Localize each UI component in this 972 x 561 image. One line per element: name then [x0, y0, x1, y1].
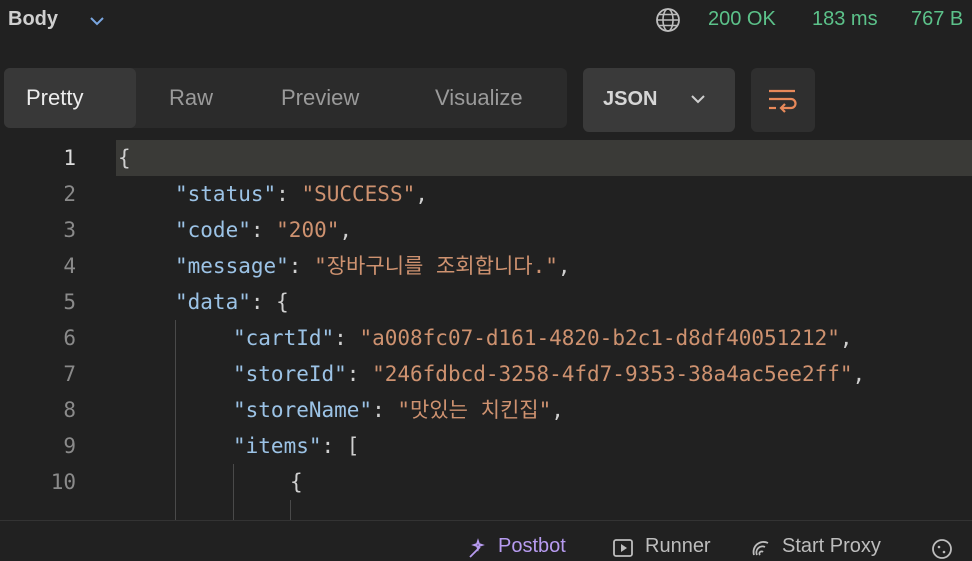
json-punctuation: , — [339, 218, 353, 242]
indent-guide — [175, 320, 176, 520]
chevron-down-icon[interactable] — [86, 10, 108, 32]
line-number: 1 — [63, 146, 76, 170]
line-number: 8 — [63, 398, 76, 422]
json-key: "cartId" — [233, 326, 335, 350]
chevron-down-icon — [691, 95, 705, 104]
line-number: 9 — [63, 434, 76, 458]
tab-pretty[interactable]: Pretty — [4, 68, 136, 128]
response-size[interactable]: 767 B — [911, 8, 963, 31]
json-punctuation: : — [276, 182, 302, 206]
wrap-lines-button[interactable] — [751, 68, 815, 132]
response-time[interactable]: 183 ms — [812, 8, 878, 31]
tab-preview[interactable]: Preview — [259, 68, 381, 128]
json-string: "맛있는 치킨집" — [397, 398, 552, 422]
code-line: { — [290, 464, 303, 500]
json-punctuation: : [ — [321, 434, 360, 458]
json-punctuation: : { — [250, 290, 289, 314]
start-proxy-button[interactable]: Start Proxy — [782, 535, 881, 558]
runner-button[interactable]: Runner — [645, 535, 711, 558]
json-string: "a008fc07-d161-4820-b2c1-d8df40051212" — [359, 326, 840, 350]
postbot-button[interactable]: Postbot — [498, 535, 566, 558]
json-string: "246fdbcd-3258-4fd7-9353-38a4ac5ee2ff" — [372, 362, 853, 386]
wrap-lines-icon — [769, 89, 797, 113]
code-line: "storeName": "맛있는 치킨집", — [233, 392, 564, 428]
json-key: "data" — [175, 290, 251, 314]
json-punctuation: , — [557, 254, 571, 278]
json-key: "status" — [175, 182, 277, 206]
proxy-icon — [752, 541, 769, 556]
status-code[interactable]: 200 OK — [708, 8, 776, 31]
code-line: "code": "200", — [175, 212, 352, 248]
json-key: "message" — [175, 254, 289, 278]
line-number: 3 — [63, 218, 76, 242]
line-number: 2 — [63, 182, 76, 206]
runner-icon — [613, 539, 633, 557]
response-header: Body 200 OK 183 ms 767 B — [0, 0, 972, 42]
code-line: "items": [ — [233, 428, 359, 464]
json-key: "items" — [233, 434, 322, 458]
tab-raw[interactable]: Raw — [147, 68, 235, 128]
line-number: 5 — [63, 290, 76, 314]
line-number: 10 — [50, 470, 76, 494]
indent-guide — [290, 500, 291, 520]
json-punctuation: : — [372, 398, 398, 422]
globe-icon[interactable] — [654, 6, 682, 34]
json-key: "storeId" — [233, 362, 347, 386]
line-number: 7 — [63, 362, 76, 386]
status-bar: Postbot Runner Start Proxy — [0, 520, 972, 559]
json-key: "code" — [175, 218, 251, 242]
response-body-editor[interactable]: 1 2 3 4 5 6 7 8 9 10 {"status": "SUCCESS", "code":… — [0, 140, 972, 520]
indent-guide — [233, 464, 234, 520]
json-key: "storeName" — [233, 398, 373, 422]
cookies-icon[interactable] — [930, 537, 960, 561]
view-tabs: Pretty Raw Preview Visualize — [4, 68, 567, 128]
json-string: "장바구니를 조회합니다." — [314, 254, 558, 278]
postbot-icon — [469, 538, 485, 558]
line-number: 6 — [63, 326, 76, 350]
json-punctuation: , — [551, 398, 564, 422]
format-selected: JSON — [603, 88, 658, 110]
current-line-highlight — [116, 140, 972, 176]
json-string: "SUCCESS" — [301, 182, 416, 206]
code-line: "message": "장바구니를 조회합니다.", — [175, 248, 571, 284]
json-punctuation: , — [415, 182, 428, 206]
tab-visualize[interactable]: Visualize — [413, 68, 545, 128]
body-label[interactable]: Body — [8, 8, 58, 31]
code-line: "cartId": "a008fc07-d161-4820-b2c1-d8df4… — [233, 320, 853, 356]
json-punctuation: : — [334, 326, 360, 350]
json-punctuation: , — [852, 362, 866, 386]
json-punctuation: : — [346, 362, 373, 386]
code-line: { — [118, 140, 131, 176]
format-dropdown[interactable]: JSON — [583, 68, 735, 132]
json-punctuation: , — [839, 326, 853, 350]
json-string: "200" — [276, 218, 340, 242]
code-line: "status": "SUCCESS", — [175, 176, 428, 212]
json-punctuation: { — [290, 470, 303, 494]
code-line: "data": { — [175, 284, 289, 320]
json-punctuation: : — [288, 254, 315, 278]
line-number: 4 — [63, 254, 76, 278]
code-line: "storeId": "246fdbcd-3258-4fd7-9353-38a4… — [233, 356, 865, 392]
json-punctuation: : — [250, 218, 277, 242]
json-punctuation: { — [118, 146, 131, 170]
